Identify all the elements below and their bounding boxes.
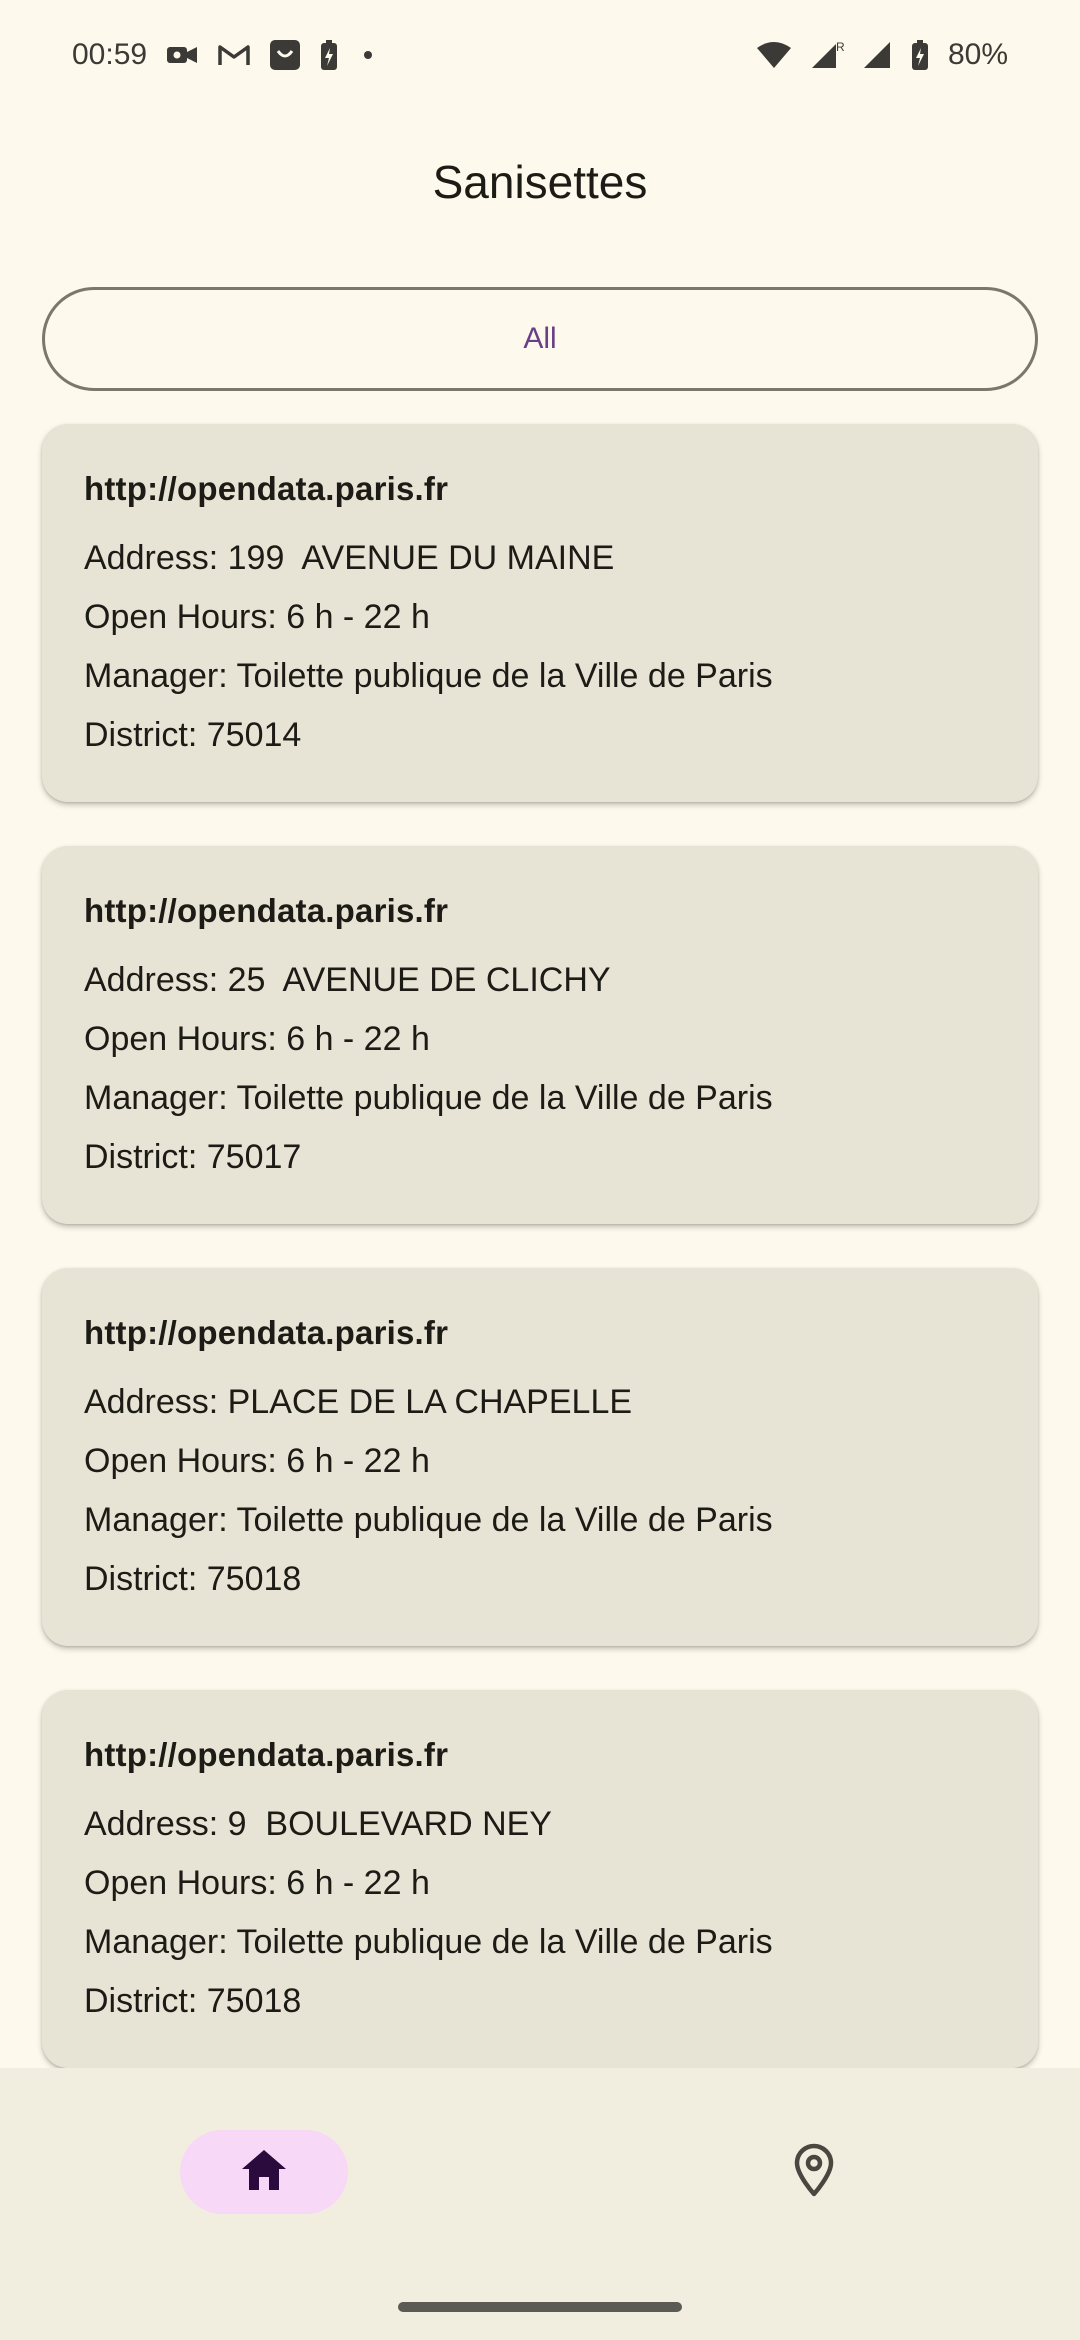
card-manager: Manager: Toilette publique de la Ville d… (84, 1923, 773, 1961)
status-bar: 00:59 R 80% (0, 0, 1080, 110)
card-manager: Manager: Toilette publique de la Ville d… (84, 1501, 773, 1539)
video-call-icon (165, 42, 199, 68)
card-source: http://opendata.paris.fr (84, 1736, 449, 1773)
wifi-icon (756, 40, 792, 70)
nav-map-button[interactable] (772, 2130, 856, 2214)
signal-roaming-icon: R (810, 40, 844, 70)
page-title: Sanisettes (432, 156, 648, 208)
card-source: http://opendata.paris.fr (84, 470, 449, 507)
bottom-navigation (0, 2068, 1080, 2340)
card-manager: Manager: Toilette publique de la Ville d… (84, 1079, 773, 1117)
dot-icon (357, 44, 379, 66)
card-manager: Manager: Toilette publique de la Ville d… (84, 657, 773, 695)
list-item[interactable]: http://opendata.paris.fr Address: 199 AV… (42, 424, 1038, 802)
card-district: District: 75018 (84, 1982, 302, 2020)
battery-saver-icon (319, 39, 339, 71)
status-left: 00:59 (72, 38, 379, 72)
roaming-label: R (836, 40, 844, 54)
card-hours: Open Hours: 6 h - 22 h (84, 598, 430, 636)
card-hours: Open Hours: 6 h - 22 h (84, 1020, 430, 1058)
battery-percent: 80% (947, 38, 1008, 71)
card-hours: Open Hours: 6 h - 22 h (84, 1864, 430, 1902)
toilet-list: http://opendata.paris.fr Address: 199 AV… (42, 424, 1038, 2112)
list-item[interactable]: http://opendata.paris.fr Address: 25 AVE… (42, 846, 1038, 1224)
card-address: Address: 9 BOULEVARD NEY (84, 1805, 552, 1843)
list-item[interactable]: http://opendata.paris.fr Address: PLACE … (42, 1268, 1038, 1646)
gmail-icon (217, 42, 251, 68)
card-source: http://opendata.paris.fr (84, 892, 449, 929)
card-hours: Open Hours: 6 h - 22 h (84, 1442, 430, 1480)
signal-icon (862, 40, 892, 70)
map-pin-icon (792, 2143, 836, 2202)
card-district: District: 75017 (84, 1138, 302, 1176)
battery-charging-icon (910, 39, 930, 71)
square-app-icon (269, 39, 301, 71)
gesture-bar[interactable] (398, 2302, 682, 2312)
card-address: Address: 25 AVENUE DE CLICHY (84, 961, 611, 999)
card-district: District: 75018 (84, 1560, 302, 1598)
card-address: Address: 199 AVENUE DU MAINE (84, 539, 615, 577)
list-item[interactable]: http://opendata.paris.fr Address: 9 BOUL… (42, 1690, 1038, 2068)
home-icon (240, 2148, 288, 2197)
filter-all-button[interactable]: All (42, 287, 1038, 391)
card-address: Address: PLACE DE LA CHAPELLE (84, 1383, 633, 1421)
status-right: R 80% (756, 38, 1008, 72)
card-source: http://opendata.paris.fr (84, 1314, 449, 1351)
status-time: 00:59 (72, 38, 148, 71)
nav-home-button[interactable] (180, 2130, 348, 2214)
card-district: District: 75014 (84, 716, 302, 754)
